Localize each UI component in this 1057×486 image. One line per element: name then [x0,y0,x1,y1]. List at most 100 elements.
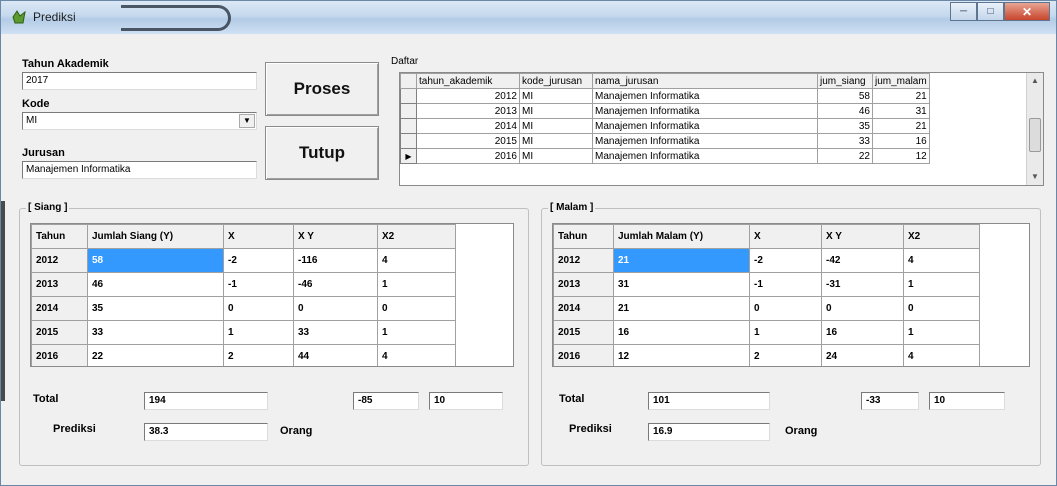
siang-total-y-field[interactable]: 194 [144,392,268,410]
column-header[interactable]: jum_malam [872,73,930,89]
kode-select[interactable]: MI ▼ [22,112,257,130]
siang-cell[interactable]: 1 [377,320,456,345]
malam-cell[interactable]: 0 [749,296,822,321]
siang-cell[interactable]: 2 [223,344,294,366]
column-header[interactable]: Jumlah Malam (Y) [613,224,750,249]
daftar-cell[interactable]: 58 [817,88,873,104]
malam-cell[interactable]: 31 [613,272,750,297]
siang-table-row[interactable]: 2016 22 2 44 4 [31,344,456,366]
column-header[interactable]: X [749,224,822,249]
malam-cell[interactable]: -42 [821,248,904,273]
daftar-row[interactable]: 2013 MI Manajemen Informatika 46 31 [400,103,930,119]
siang-total-x2-field[interactable]: 10 [429,392,503,410]
malam-cell[interactable]: 12 [613,344,750,366]
siang-row-header[interactable]: 2012 [31,248,88,273]
maximize-button[interactable]: □ [977,2,1004,21]
malam-cell[interactable]: 16 [821,320,904,345]
column-header[interactable]: X [223,224,294,249]
column-header[interactable]: Tahun [31,224,88,249]
daftar-cell[interactable]: MI [519,118,593,134]
current-row-icon[interactable]: ▶ [400,148,417,164]
siang-cell[interactable]: 4 [377,344,456,366]
malam-table-row[interactable]: 2016 12 2 24 4 [553,344,980,366]
siang-cell[interactable]: -2 [223,248,294,273]
malam-row-header[interactable]: 2014 [553,296,614,321]
title-bar[interactable]: Prediksi ─ □ ✕ [1,1,1056,34]
column-header[interactable]: X2 [377,224,456,249]
siang-row-header[interactable]: 2016 [31,344,88,366]
row-selector[interactable] [400,88,417,104]
tahun-akademik-input[interactable]: 2017 [22,72,257,90]
daftar-scrollbar[interactable]: ▲ ▼ [1026,73,1043,185]
daftar-cell[interactable]: 21 [872,118,930,134]
malam-cell[interactable]: -31 [821,272,904,297]
daftar-cell[interactable]: Manajemen Informatika [592,148,818,164]
daftar-datagrid[interactable]: tahun_akademik kode_jurusan nama_jurusan… [399,72,1044,186]
malam-cell[interactable]: 0 [903,296,980,321]
siang-table-row[interactable]: 2012 58 -2 -116 4 [31,248,456,273]
row-selector[interactable] [400,133,417,149]
malam-table-row[interactable]: 2014 21 0 0 0 [553,296,980,321]
siang-cell[interactable]: 44 [293,344,378,366]
daftar-cell[interactable]: 2016 [416,148,520,164]
daftar-cell[interactable]: 12 [872,148,930,164]
siang-cell[interactable]: 0 [293,296,378,321]
malam-cell[interactable]: 1 [749,320,822,345]
daftar-cell[interactable]: 2014 [416,118,520,134]
malam-cell[interactable]: 21 [613,296,750,321]
column-header[interactable]: X Y [293,224,378,249]
siang-cell[interactable]: 0 [377,296,456,321]
daftar-cell[interactable]: MI [519,133,593,149]
siang-cell[interactable]: 33 [87,320,224,345]
daftar-cell[interactable]: MI [519,88,593,104]
malam-table-row[interactable]: 2013 31 -1 -31 1 [553,272,980,297]
siang-table-row[interactable]: 2013 46 -1 -46 1 [31,272,456,297]
column-header[interactable]: kode_jurusan [519,73,593,89]
malam-cell[interactable]: 0 [821,296,904,321]
siang-cell[interactable]: 4 [377,248,456,273]
daftar-row[interactable]: 2014 MI Manajemen Informatika 35 21 [400,118,930,134]
daftar-cell[interactable]: 35 [817,118,873,134]
malam-cell[interactable]: -1 [749,272,822,297]
malam-row-header[interactable]: 2016 [553,344,614,366]
malam-cell[interactable]: 4 [903,344,980,366]
row-selector[interactable] [400,118,417,134]
siang-cell[interactable]: -46 [293,272,378,297]
column-header[interactable]: Jumlah Siang (Y) [87,224,224,249]
daftar-cell[interactable]: 22 [817,148,873,164]
malam-row-header[interactable]: 2013 [553,272,614,297]
column-header[interactable]: Tahun [553,224,614,249]
malam-grid[interactable]: Tahun Jumlah Malam (Y) X X Y X2 2012 21 -2… [552,223,1030,367]
malam-table-row[interactable]: 2012 21 -2 -42 4 [553,248,980,273]
column-header[interactable]: nama_jurusan [592,73,818,89]
close-button[interactable]: ✕ [1004,2,1050,21]
malam-total-xy-field[interactable]: -33 [861,392,919,410]
malam-prediksi-field[interactable]: 16.9 [648,423,770,441]
chevron-down-icon[interactable]: ▼ [239,114,255,128]
siang-cell[interactable]: 1 [377,272,456,297]
daftar-cell[interactable]: Manajemen Informatika [592,103,818,119]
malam-cell[interactable]: 21 [613,248,750,273]
siang-cell[interactable]: 58 [87,248,224,273]
daftar-cell[interactable]: 2015 [416,133,520,149]
malam-cell[interactable]: 1 [903,272,980,297]
daftar-cell[interactable]: Manajemen Informatika [592,88,818,104]
daftar-cell[interactable]: 46 [817,103,873,119]
siang-cell[interactable]: -116 [293,248,378,273]
malam-cell[interactable]: 24 [821,344,904,366]
scroll-up-icon[interactable]: ▲ [1027,73,1043,89]
proses-button[interactable]: Proses [265,62,379,116]
siang-cell[interactable]: 22 [87,344,224,366]
minimize-button[interactable]: ─ [950,2,977,21]
siang-row-header[interactable]: 2015 [31,320,88,345]
siang-grid[interactable]: Tahun Jumlah Siang (Y) X X Y X2 2012 58 -2… [30,223,514,367]
daftar-cell[interactable]: Manajemen Informatika [592,118,818,134]
siang-cell[interactable]: -1 [223,272,294,297]
siang-row-header[interactable]: 2013 [31,272,88,297]
siang-cell[interactable]: 46 [87,272,224,297]
malam-total-x2-field[interactable]: 10 [929,392,1005,410]
malam-cell[interactable]: 2 [749,344,822,366]
daftar-row[interactable]: ▶ 2016 MI Manajemen Informatika 22 12 [400,148,930,164]
malam-row-header[interactable]: 2015 [553,320,614,345]
siang-total-xy-field[interactable]: -85 [353,392,419,410]
